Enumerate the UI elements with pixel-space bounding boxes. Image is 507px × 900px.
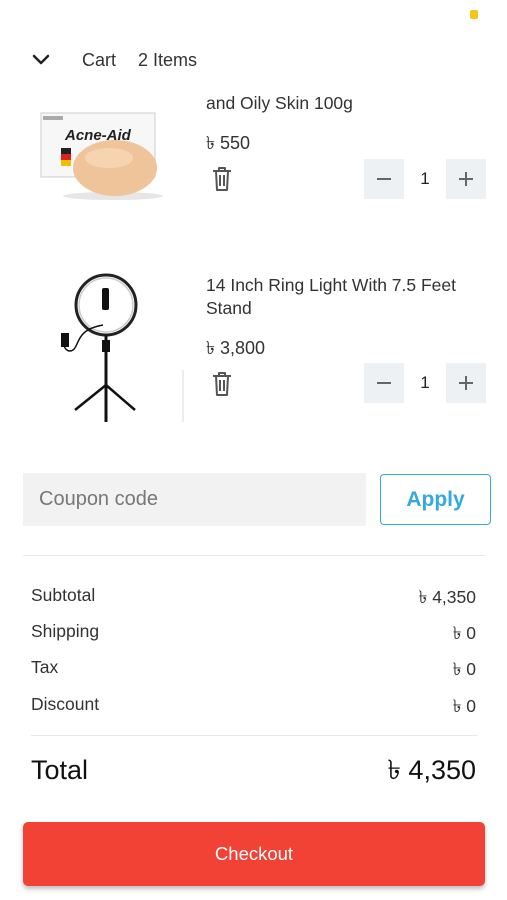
quantity-stepper: 1 [364, 363, 486, 403]
divider [31, 735, 478, 736]
checkout-button[interactable]: Checkout [23, 822, 485, 886]
product-image[interactable]: Acne-Aid [35, 108, 185, 200]
trash-icon[interactable] [210, 371, 234, 397]
subtotal-label: Subtotal [31, 585, 96, 605]
tax-value: ৳ 0 [452, 659, 476, 679]
discount-label: Discount [31, 694, 100, 714]
quantity-value[interactable]: 1 [404, 159, 446, 199]
total-label: Total [31, 755, 89, 785]
divider [23, 555, 485, 556]
subtotal-value: ৳ 4,350 [418, 587, 476, 607]
trash-icon[interactable] [210, 166, 234, 192]
shipping-label: Shipping [31, 621, 100, 641]
product-title[interactable]: 14 Inch Ring Light With 7.5 Feet Stand [206, 274, 476, 320]
quantity-stepper: 1 [364, 159, 486, 199]
decrease-quantity-button[interactable] [364, 363, 404, 403]
subtotal-row: Subtotal ৳ 4,350 [31, 585, 476, 614]
cart-header: Cart 2 Items [30, 48, 197, 72]
minus-icon [377, 178, 391, 180]
total-value: ৳ 4,350 [387, 755, 476, 785]
quantity-value[interactable]: 1 [404, 363, 446, 403]
chevron-down-icon[interactable] [30, 49, 52, 71]
tax-label: Tax [31, 657, 59, 677]
product-price: ৳ 3,800 [206, 338, 266, 358]
discount-value: ৳ 0 [452, 696, 476, 716]
coupon-code-input[interactable] [23, 473, 366, 526]
cart-item-count: 2 Items [138, 49, 198, 70]
product-price: ৳ 550 [206, 133, 250, 153]
tax-row: Tax ৳ 0 [31, 657, 476, 686]
increase-quantity-button[interactable] [446, 159, 486, 199]
cart-title: Cart [82, 49, 117, 70]
shipping-value: ৳ 0 [452, 623, 476, 643]
minus-icon [377, 382, 391, 384]
total-row: Total ৳ 4,350 [31, 750, 476, 795]
product-title[interactable]: and Oily Skin 100g [206, 92, 476, 115]
plus-icon [459, 376, 473, 390]
product-image[interactable] [35, 270, 185, 425]
plus-icon [459, 172, 473, 186]
shipping-row: Shipping ৳ 0 [31, 621, 476, 650]
apply-coupon-button[interactable]: Apply [380, 474, 491, 525]
discount-row: Discount ৳ 0 [31, 694, 476, 723]
decrease-quantity-button[interactable] [364, 159, 404, 199]
increase-quantity-button[interactable] [446, 363, 486, 403]
status-indicator [470, 10, 478, 19]
